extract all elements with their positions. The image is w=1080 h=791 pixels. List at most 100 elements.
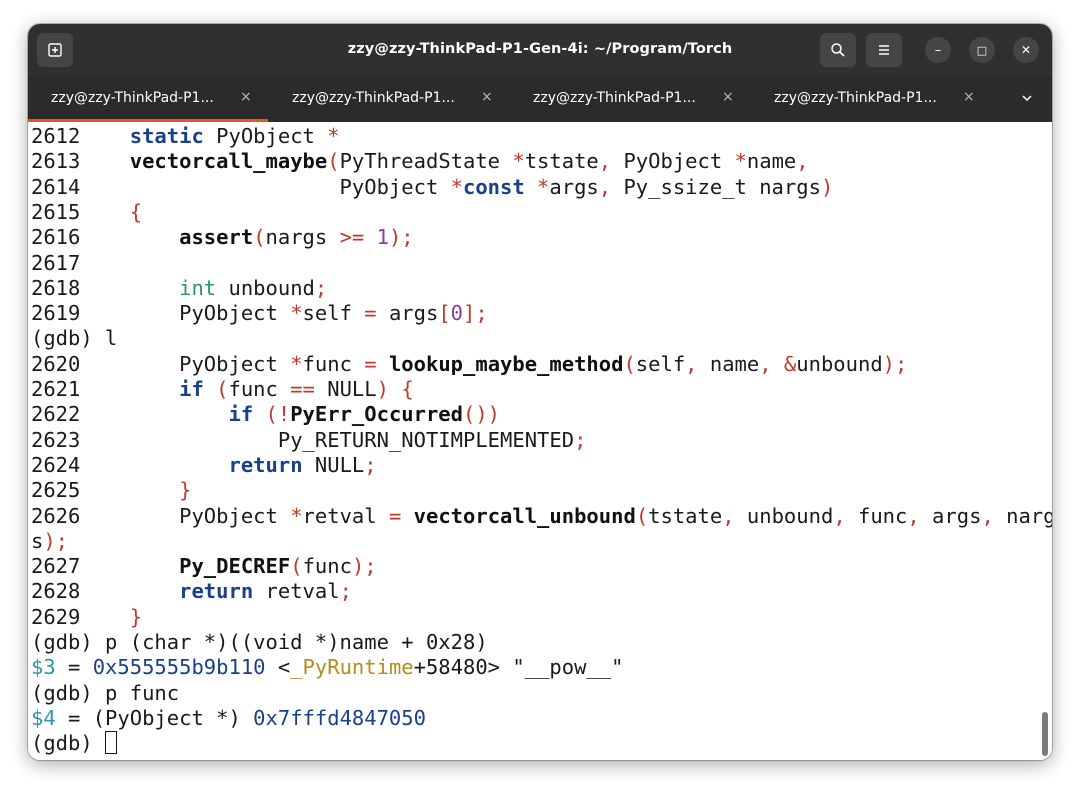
line-number: 2625 — [31, 478, 81, 503]
search-icon — [831, 43, 845, 57]
code-token: return — [228, 452, 303, 477]
code-token: * — [450, 174, 463, 199]
terminal-line: 2616 assert(nargs >= 1); — [31, 225, 414, 250]
code-token: unbound — [216, 275, 315, 300]
terminal-line: $3 = 0x555555b9b110 <_PyRuntime+58480> "… — [31, 655, 623, 680]
code-token: = — [55, 655, 93, 680]
hamburger-menu-icon — [879, 45, 889, 55]
tab-2[interactable]: zzy@zzy-ThinkPad-P1... × — [269, 76, 510, 122]
code-token: , — [685, 351, 698, 376]
code-token: PyThreadState — [339, 149, 513, 174]
maximize-icon: □ — [976, 43, 988, 57]
code-token: * — [734, 149, 747, 174]
close-button[interactable]: ✕ — [1013, 37, 1039, 63]
code-token: PyObject — [80, 351, 291, 376]
tab-3[interactable]: zzy@zzy-ThinkPad-P1... × — [510, 76, 751, 122]
code-token: PyErr_Occurred — [290, 402, 463, 427]
code-token: ( — [635, 503, 649, 528]
line-number: 2617 — [31, 250, 81, 275]
code-token: * — [290, 301, 303, 326]
code-token: , — [907, 503, 920, 528]
tab-4[interactable]: zzy@zzy-ThinkPad-P1... × — [751, 76, 992, 122]
code-token: Py_DECREF — [179, 554, 291, 579]
line-number: 2614 — [31, 174, 81, 199]
terminal-line: (gdb) p (char *)((void *)name + 0x28) — [31, 630, 488, 655]
terminal-line: (gdb) p func — [31, 681, 179, 706]
line-number: 2629 — [31, 604, 81, 629]
minimize-button[interactable]: – — [925, 37, 951, 63]
maximize-button[interactable]: □ — [969, 37, 995, 63]
terminal-line: 2621 if (func == NULL) { — [31, 377, 414, 402]
code-token: unbound — [796, 351, 883, 376]
terminal-line: 2629 } — [31, 605, 142, 630]
minimize-icon: – — [934, 42, 942, 58]
terminal-line: 2620 PyObject *func = lookup_maybe_metho… — [31, 352, 907, 377]
code-token: name — [746, 149, 797, 174]
tab-close-icon[interactable]: × — [722, 89, 734, 105]
terminal-output[interactable]: 2612 static PyObject * 2613 vectorcall_ma… — [28, 122, 1052, 760]
text-cursor — [105, 731, 118, 755]
code-token: nargs — [265, 225, 340, 250]
code-token: = (PyObject *) — [55, 705, 254, 730]
code-token: self — [302, 301, 365, 326]
line-number: 2627 — [31, 554, 81, 579]
tab-1[interactable]: zzy@zzy-ThinkPad-P1... × — [28, 76, 269, 122]
code-token: NULL — [314, 377, 377, 401]
tab-label: zzy@zzy-ThinkPad-P1... — [774, 90, 937, 106]
code-token: narg — [993, 503, 1052, 528]
code-token: (gdb) — [31, 731, 106, 756]
search-button[interactable] — [820, 33, 856, 67]
code-token: tstate — [648, 503, 723, 528]
scrollbar[interactable] — [1042, 712, 1048, 756]
terminal-line: 2624 return NULL; — [31, 453, 377, 478]
tab-close-icon[interactable]: × — [240, 89, 252, 105]
code-token: $4 — [31, 705, 56, 730]
code-token: * — [512, 149, 525, 174]
code-token: & — [783, 351, 797, 376]
tab-label: zzy@zzy-ThinkPad-P1... — [51, 90, 214, 106]
code-token: retval — [302, 503, 389, 528]
terminal-line: 2618 int unbound; — [31, 276, 327, 301]
terminal-line: 2626 PyObject *retval = vectorcall_unbou… — [31, 504, 1052, 529]
code-token: ]; — [463, 301, 488, 326]
code-token: _PyRuntime — [290, 655, 414, 680]
code-token: , — [722, 503, 735, 528]
tab-close-icon[interactable]: × — [481, 89, 493, 105]
chevron-down-icon — [1022, 95, 1032, 102]
code-token: = — [364, 351, 377, 376]
menu-button[interactable] — [866, 33, 902, 67]
code-token: Py_RETURN_NOTIMPLEMENTED — [80, 427, 575, 452]
code-token: PyObject — [80, 174, 451, 199]
tab-close-icon[interactable]: × — [963, 89, 975, 105]
tab-label: zzy@zzy-ThinkPad-P1... — [292, 90, 455, 106]
code-token: unbound — [734, 503, 834, 528]
tab-list-dropdown[interactable] — [1020, 91, 1036, 107]
code-token: ( — [327, 149, 340, 174]
code-token: tstate — [524, 149, 599, 174]
terminal-line: 2625 } — [31, 478, 191, 503]
code-token: , — [981, 503, 994, 528]
code-token: NULL — [302, 452, 365, 477]
code-token: * — [290, 351, 303, 376]
code-token: < — [265, 655, 291, 680]
code-token: self — [635, 351, 686, 376]
code-token: int — [179, 275, 217, 300]
terminal-line: 2615 { — [31, 200, 142, 225]
code-token: * — [290, 503, 303, 528]
code-token: args — [549, 174, 599, 199]
code-token: [ — [438, 301, 451, 326]
code-token: ; — [574, 427, 587, 452]
terminal-line: 2613 vectorcall_maybe(PyThreadState *tst… — [31, 149, 809, 174]
line-number: 2623 — [31, 427, 81, 452]
